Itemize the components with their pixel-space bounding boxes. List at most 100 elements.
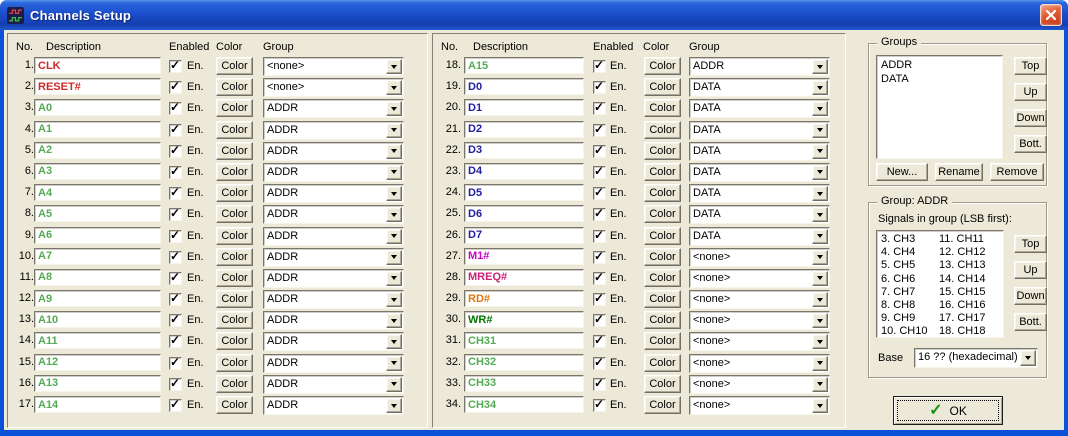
enabled-checkbox[interactable]: ✓ <box>169 145 182 158</box>
color-button[interactable]: Color <box>644 121 681 139</box>
enabled-checkbox[interactable]: ✓ <box>169 314 182 327</box>
color-button[interactable]: Color <box>216 142 253 160</box>
group-dropdown[interactable]: ADDR <box>689 57 830 76</box>
chevron-down-icon[interactable] <box>386 334 402 349</box>
description-input[interactable] <box>464 121 584 138</box>
color-button[interactable]: Color <box>644 375 681 393</box>
group-dropdown[interactable]: DATA <box>689 205 830 224</box>
group-dropdown[interactable]: <none> <box>689 311 830 330</box>
description-input[interactable] <box>34 248 161 265</box>
chevron-down-icon[interactable] <box>386 59 402 74</box>
enabled-checkbox[interactable]: ✓ <box>593 230 606 243</box>
color-button[interactable]: Color <box>216 57 253 75</box>
description-input[interactable] <box>34 99 161 116</box>
signal-list-item[interactable]: 17. CH17 <box>939 312 985 325</box>
signal-list-item[interactable]: 5. CH5 <box>881 259 927 272</box>
chevron-down-icon[interactable] <box>812 271 828 286</box>
group-dropdown[interactable]: ADDR <box>263 163 404 182</box>
groups-remove-button[interactable]: Remove <box>990 163 1044 181</box>
enabled-checkbox[interactable]: ✓ <box>169 124 182 137</box>
groups-top-button[interactable]: Top <box>1014 57 1047 75</box>
chevron-down-icon[interactable] <box>812 398 828 413</box>
enabled-checkbox[interactable]: ✓ <box>169 335 182 348</box>
color-button[interactable]: Color <box>216 375 253 393</box>
description-input[interactable] <box>34 142 161 159</box>
color-button[interactable]: Color <box>216 248 253 266</box>
group-dropdown[interactable]: ADDR <box>263 375 404 394</box>
color-button[interactable]: Color <box>644 205 681 223</box>
color-button[interactable]: Color <box>216 205 253 223</box>
enabled-checkbox[interactable]: ✓ <box>593 81 606 94</box>
signal-list-item[interactable]: 7. CH7 <box>881 286 927 299</box>
color-button[interactable]: Color <box>644 142 681 160</box>
enabled-checkbox[interactable]: ✓ <box>169 293 182 306</box>
chevron-down-icon[interactable] <box>386 101 402 116</box>
chevron-down-icon[interactable] <box>812 313 828 328</box>
group-dropdown[interactable]: <none> <box>689 290 830 309</box>
chevron-down-icon[interactable] <box>812 123 828 138</box>
enabled-checkbox[interactable]: ✓ <box>593 145 606 158</box>
enabled-checkbox[interactable]: ✓ <box>593 187 606 200</box>
group-dropdown[interactable]: <none> <box>263 78 404 97</box>
description-input[interactable] <box>464 184 584 201</box>
group-dropdown[interactable]: ADDR <box>263 121 404 140</box>
group-dropdown[interactable]: ADDR <box>263 184 404 203</box>
enabled-checkbox[interactable]: ✓ <box>593 124 606 137</box>
color-button[interactable]: Color <box>216 290 253 308</box>
signals-down-button[interactable]: Down <box>1014 287 1047 305</box>
enabled-checkbox[interactable]: ✓ <box>169 166 182 179</box>
color-button[interactable]: Color <box>644 290 681 308</box>
enabled-checkbox[interactable]: ✓ <box>169 251 182 264</box>
chevron-down-icon[interactable] <box>812 207 828 222</box>
group-dropdown[interactable]: <none> <box>689 375 830 394</box>
group-dropdown[interactable]: DATA <box>689 163 830 182</box>
enabled-checkbox[interactable]: ✓ <box>593 166 606 179</box>
description-input[interactable] <box>34 78 161 95</box>
chevron-down-icon[interactable] <box>812 229 828 244</box>
chevron-down-icon[interactable] <box>386 377 402 392</box>
group-dropdown[interactable]: DATA <box>689 227 830 246</box>
signals-up-button[interactable]: Up <box>1014 261 1047 279</box>
enabled-checkbox[interactable]: ✓ <box>169 187 182 200</box>
description-input[interactable] <box>464 290 584 307</box>
chevron-down-icon[interactable] <box>386 165 402 180</box>
group-dropdown[interactable]: ADDR <box>263 290 404 309</box>
signal-list-item[interactable]: 13. CH13 <box>939 259 985 272</box>
color-button[interactable]: Color <box>216 184 253 202</box>
chevron-down-icon[interactable] <box>386 229 402 244</box>
description-input[interactable] <box>464 332 584 349</box>
chevron-down-icon[interactable] <box>812 292 828 307</box>
groups-rename-button[interactable]: Rename <box>935 163 983 181</box>
description-input[interactable] <box>464 248 584 265</box>
description-input[interactable] <box>34 290 161 307</box>
color-button[interactable]: Color <box>216 227 253 245</box>
chevron-down-icon[interactable] <box>812 356 828 371</box>
color-button[interactable]: Color <box>216 121 253 139</box>
enabled-checkbox[interactable]: ✓ <box>169 208 182 221</box>
chevron-down-icon[interactable] <box>386 123 402 138</box>
description-input[interactable] <box>34 332 161 349</box>
description-input[interactable] <box>34 227 161 244</box>
signal-list-item[interactable]: 3. CH3 <box>881 233 927 246</box>
description-input[interactable] <box>464 57 584 74</box>
signal-list-item[interactable]: 10. CH10 <box>881 325 927 338</box>
description-input[interactable] <box>34 354 161 371</box>
enabled-checkbox[interactable]: ✓ <box>593 293 606 306</box>
description-input[interactable] <box>464 142 584 159</box>
color-button[interactable]: Color <box>644 396 681 414</box>
group-dropdown[interactable]: ADDR <box>263 332 404 351</box>
enabled-checkbox[interactable]: ✓ <box>593 272 606 285</box>
group-list-item[interactable]: ADDR <box>881 58 998 72</box>
signals-top-button[interactable]: Top <box>1014 235 1047 253</box>
group-dropdown[interactable]: DATA <box>689 121 830 140</box>
close-button[interactable] <box>1040 4 1062 26</box>
chevron-down-icon[interactable] <box>386 271 402 286</box>
color-button[interactable]: Color <box>216 311 253 329</box>
signal-list-item[interactable]: 11. CH11 <box>939 233 985 246</box>
enabled-checkbox[interactable]: ✓ <box>593 60 606 73</box>
groups-list[interactable]: ADDRDATA <box>876 55 1003 159</box>
color-button[interactable]: Color <box>644 269 681 287</box>
enabled-checkbox[interactable]: ✓ <box>169 81 182 94</box>
group-dropdown[interactable]: ADDR <box>263 354 404 373</box>
color-button[interactable]: Color <box>644 57 681 75</box>
